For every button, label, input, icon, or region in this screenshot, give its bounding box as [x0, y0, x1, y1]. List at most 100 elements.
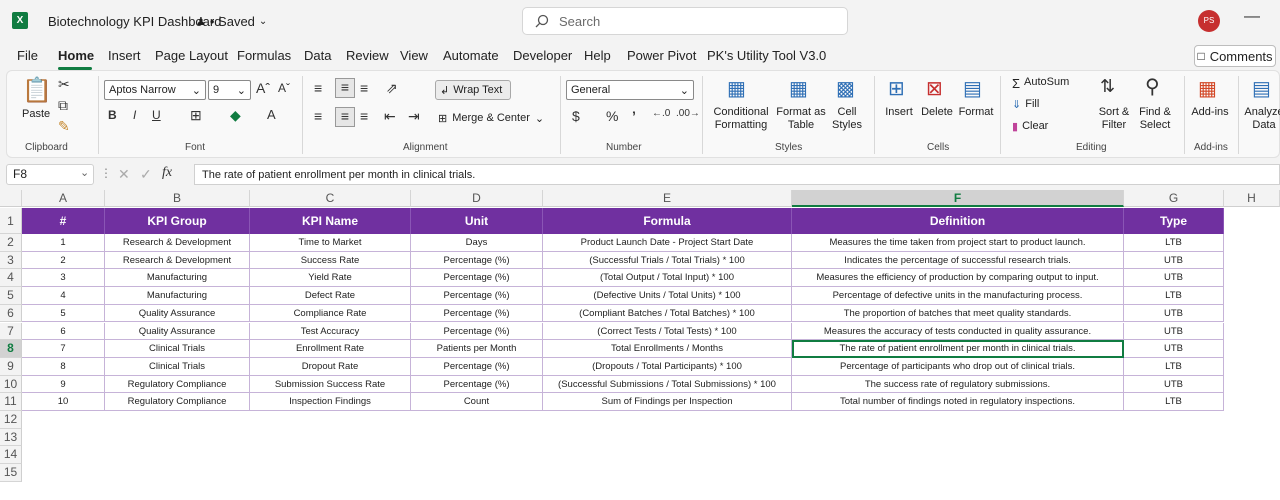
cell-number[interactable]: 6	[22, 322, 105, 341]
fill-color-icon[interactable]: ◆	[230, 107, 241, 124]
tab-data[interactable]: Data	[304, 48, 331, 63]
cell-formula[interactable]: (Successful Submissions / Total Submissi…	[543, 375, 792, 394]
cell-number[interactable]: 7	[22, 340, 105, 358]
cell-unit[interactable]: Days	[411, 234, 543, 252]
cell-formula[interactable]: (Defective Units / Total Units) * 100	[543, 287, 792, 305]
percent-icon[interactable]: %	[606, 108, 618, 124]
cell-formula[interactable]: Sum of Findings per Inspection	[543, 393, 792, 411]
add-ins-button[interactable]: Add-ins	[1188, 106, 1232, 119]
format-as-table-button[interactable]: Format as Table	[775, 106, 827, 132]
cell-type[interactable]: LTB	[1124, 234, 1224, 252]
formula-input[interactable]: The rate of patient enrollment per month…	[194, 164, 1280, 185]
cell-type[interactable]: LTB	[1124, 287, 1224, 305]
cancel-icon[interactable]: ✕	[118, 166, 130, 183]
decrease-font-icon[interactable]: Aˇ	[278, 81, 290, 95]
tab-file[interactable]: File	[17, 48, 38, 63]
sort-filter-icon[interactable]: ⇅	[1100, 76, 1115, 97]
cell-definition[interactable]: Percentage of defective units in the man…	[792, 287, 1124, 305]
decrease-decimal-icon[interactable]: .00→	[676, 108, 700, 119]
conditional-formatting-button[interactable]: Conditional Formatting	[710, 106, 772, 132]
tab-help[interactable]: Help	[584, 48, 611, 63]
format-as-table-icon[interactable]: ▦	[789, 76, 808, 101]
tab-formulas[interactable]: Formulas	[237, 48, 291, 63]
cell-kpi-name[interactable]: Success Rate	[250, 251, 411, 270]
tab-automate[interactable]: Automate	[443, 48, 499, 63]
row-header[interactable]: 11	[0, 393, 22, 411]
cell-kpi-name[interactable]: Submission Success Rate	[250, 375, 411, 394]
cell-unit[interactable]: Percentage (%)	[411, 287, 543, 305]
cell-definition[interactable]: Indicates the percentage of successful r…	[792, 251, 1124, 270]
cell-kpi-group[interactable]: Research & Development	[105, 234, 250, 252]
cell-formula[interactable]: (Dropouts / Total Participants) * 100	[543, 357, 792, 376]
currency-icon[interactable]: $	[572, 108, 580, 124]
cell-type[interactable]: LTB	[1124, 357, 1224, 376]
cell-definition[interactable]: Measures the efficiency of production by…	[792, 269, 1124, 288]
wrap-text-button[interactable]: ↲ Wrap Text	[435, 80, 511, 100]
cell-kpi-name[interactable]: Compliance Rate	[250, 304, 411, 323]
cell-number[interactable]: 2	[22, 251, 105, 270]
fill-button[interactable]: ⇓ Fill	[1012, 98, 1039, 111]
cell-type[interactable]: UTB	[1124, 322, 1224, 341]
row-header[interactable]: 7	[0, 322, 22, 341]
cell-type[interactable]: UTB	[1124, 269, 1224, 288]
cell-styles-button[interactable]: Cell Styles	[827, 106, 867, 132]
cell-definition[interactable]: Measures the time taken from project sta…	[792, 234, 1124, 252]
cell-formula[interactable]: (Compliant Batches / Total Batches) * 10…	[543, 304, 792, 323]
cell-number[interactable]: 4	[22, 287, 105, 305]
conditional-formatting-icon[interactable]: ▦	[727, 76, 746, 101]
cell-kpi-group[interactable]: Regulatory Compliance	[105, 375, 250, 394]
home-icon[interactable]: ⌂	[25, 208, 33, 224]
align-center-icon[interactable]: ≡	[335, 107, 355, 127]
column-header-b[interactable]: B	[105, 190, 250, 207]
cell-number[interactable]: 9	[22, 375, 105, 394]
cell-number[interactable]: 10	[22, 393, 105, 411]
decrease-indent-icon[interactable]: ⇤	[384, 108, 396, 125]
add-ins-icon[interactable]: ▦	[1198, 76, 1217, 101]
cell-type[interactable]: LTB	[1124, 393, 1224, 411]
column-header-a[interactable]: A	[22, 190, 105, 207]
font-size-select[interactable]: 9 ⌄	[208, 80, 251, 100]
format-cells-icon[interactable]: ▤	[963, 76, 982, 101]
insert-function-icon[interactable]: fx	[162, 165, 172, 181]
cell-formula[interactable]: (Total Output / Total Input) * 100	[543, 269, 792, 288]
enter-icon[interactable]: ✓	[140, 166, 152, 183]
merge-center-button[interactable]: ⊞ Merge & Center ⌄	[438, 112, 544, 125]
cell-unit[interactable]: Percentage (%)	[411, 251, 543, 270]
align-top-icon[interactable]: ≡	[314, 80, 322, 96]
clear-button[interactable]: ▮ Clear	[1012, 120, 1048, 133]
cell-kpi-name[interactable]: Time to Market	[250, 234, 411, 252]
column-header-d[interactable]: D	[411, 190, 543, 207]
row-header[interactable]: 13	[0, 428, 22, 447]
increase-font-icon[interactable]: Aˆ	[256, 80, 270, 96]
cut-icon[interactable]: ✂	[58, 76, 70, 93]
row-header[interactable]: 10	[0, 375, 22, 394]
chevron-down-icon[interactable]: ⌄	[80, 166, 89, 179]
row-header[interactable]: 4	[0, 269, 22, 288]
cell-formula[interactable]: (Correct Tests / Total Tests) * 100	[543, 322, 792, 341]
cell-unit[interactable]: Count	[411, 393, 543, 411]
borders-icon[interactable]: ⊞	[190, 107, 202, 124]
cell-definition[interactable]: Percentage of participants who drop out …	[792, 357, 1124, 376]
find-select-icon[interactable]: ⚲	[1145, 74, 1160, 99]
tab-insert[interactable]: Insert	[108, 48, 141, 63]
cell-type[interactable]: UTB	[1124, 340, 1224, 358]
column-header-f[interactable]: F	[792, 190, 1124, 207]
increase-indent-icon[interactable]: ⇥	[408, 108, 420, 125]
increase-decimal-icon[interactable]: ←.0	[652, 108, 670, 119]
cell-unit[interactable]: Percentage (%)	[411, 269, 543, 288]
find-select-button[interactable]: Find & Select	[1134, 106, 1176, 132]
align-left-icon[interactable]: ≡	[314, 108, 322, 124]
format-cells-button[interactable]: Format	[956, 106, 996, 119]
column-header-e[interactable]: E	[543, 190, 792, 207]
paste-button[interactable]: Paste	[22, 108, 50, 121]
bold-icon[interactable]: B	[108, 108, 117, 122]
minimize-button[interactable]: —	[1244, 8, 1260, 26]
tab-utility-tool[interactable]: PK's Utility Tool V3.0	[707, 48, 826, 63]
cell-kpi-group[interactable]: Regulatory Compliance	[105, 393, 250, 411]
cell-kpi-group[interactable]: Quality Assurance	[105, 304, 250, 323]
cell-number[interactable]: 5	[22, 304, 105, 323]
cell-definition[interactable]: Measures the accuracy of tests conducted…	[792, 322, 1124, 341]
number-format-select[interactable]: General ⌄	[566, 80, 694, 100]
tab-power-pivot[interactable]: Power Pivot	[627, 48, 696, 63]
italic-icon[interactable]: I	[133, 108, 136, 122]
